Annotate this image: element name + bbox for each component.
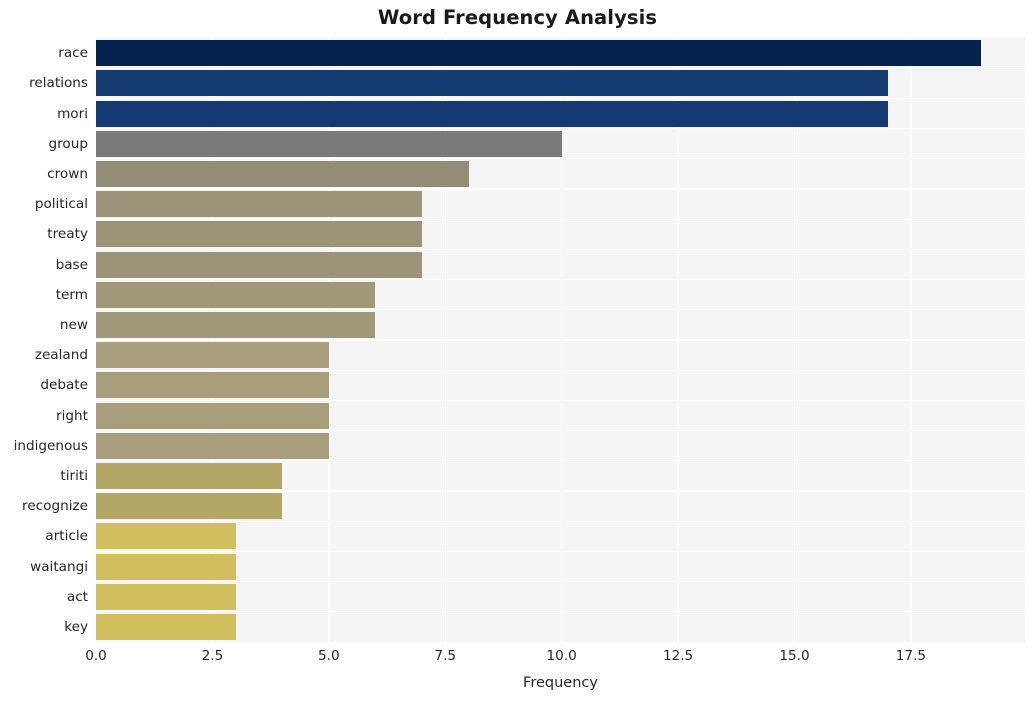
gridline-horizontal (96, 128, 1025, 130)
gridline-horizontal (96, 490, 1025, 492)
bar-recognize[interactable] (96, 493, 283, 520)
bar-group[interactable] (96, 130, 562, 157)
x-tick-label-0.0: 0.0 (85, 648, 107, 664)
y-tick-label-crown: crown (47, 165, 88, 182)
gridline-horizontal (96, 309, 1025, 311)
y-tick-label-base: base (55, 256, 88, 273)
y-tick-label-debate: debate (40, 377, 88, 394)
gridline-horizontal (96, 550, 1025, 552)
bar-term[interactable] (96, 281, 376, 308)
y-tick-label-group: group (48, 135, 88, 152)
gridline-horizontal (96, 581, 1025, 583)
y-tick-label-key: key (64, 618, 88, 635)
bar-waitangi[interactable] (96, 553, 236, 580)
x-tick-label-10.0: 10.0 (546, 648, 577, 664)
gridline-horizontal (96, 369, 1025, 371)
bar-zealand[interactable] (96, 342, 329, 369)
y-tick-label-waitangi: waitangi (30, 558, 88, 575)
x-tick-label-17.5: 17.5 (895, 648, 927, 664)
bar-new[interactable] (96, 311, 376, 338)
gridline-horizontal (96, 188, 1025, 190)
gridline-horizontal (96, 248, 1025, 250)
bar-debate[interactable] (96, 372, 329, 399)
gridline-horizontal (96, 460, 1025, 462)
y-tick-label-act: act (66, 588, 88, 605)
bar-tiriti[interactable] (96, 462, 283, 489)
bar-race[interactable] (96, 40, 981, 67)
y-tick-label-tiriti: tiriti (60, 467, 88, 484)
y-tick-label-new: new (59, 316, 88, 333)
x-tick-label-7.5: 7.5 (434, 648, 457, 664)
gridline-horizontal (96, 520, 1025, 522)
bar-act[interactable] (96, 583, 236, 610)
y-tick-label-right: right (56, 407, 88, 424)
plot-area (96, 38, 1025, 642)
bar-indigenous[interactable] (96, 432, 329, 459)
y-tick-label-relations: relations (29, 75, 88, 92)
x-axis-label: Frequency (523, 675, 598, 691)
y-tick-label-indigenous: indigenous (13, 437, 88, 454)
bar-base[interactable] (96, 251, 422, 278)
bar-key[interactable] (96, 613, 236, 640)
bar-crown[interactable] (96, 160, 469, 187)
bar-article[interactable] (96, 523, 236, 550)
gridline-horizontal (96, 430, 1025, 432)
y-tick-label-political: political (34, 196, 88, 213)
x-tick-label-15.0: 15.0 (779, 648, 810, 664)
y-tick-label-race: race (58, 45, 88, 62)
gridline-horizontal (96, 611, 1025, 613)
bar-treaty[interactable] (96, 221, 422, 248)
gridline-horizontal (96, 97, 1025, 99)
bar-right[interactable] (96, 402, 329, 429)
bar-relations[interactable] (96, 70, 888, 97)
x-tick-label-12.5: 12.5 (662, 648, 694, 664)
y-tick-label-mori: mori (57, 105, 88, 122)
chart-figure: Word Frequency Analysis race relations mor… (0, 0, 1035, 701)
y-tick-label-term: term (55, 286, 88, 303)
gridline-horizontal (96, 279, 1025, 281)
y-tick-label-zealand: zealand (34, 347, 88, 364)
bar-mori[interactable] (96, 100, 888, 127)
chart-title: Word Frequency Analysis (377, 6, 658, 29)
bar-political[interactable] (96, 191, 422, 218)
x-tick-label-5.0: 5.0 (318, 648, 340, 664)
x-tick-label-2.5: 2.5 (201, 648, 224, 664)
y-tick-label-recognize: recognize (22, 498, 88, 515)
y-tick-label-article: article (45, 528, 88, 545)
y-tick-label-treaty: treaty (47, 226, 88, 243)
gridline-horizontal (96, 399, 1025, 401)
gridline-horizontal (96, 218, 1025, 220)
gridline-horizontal (96, 158, 1025, 160)
gridline-horizontal (96, 67, 1025, 69)
gridline-horizontal (96, 339, 1025, 341)
